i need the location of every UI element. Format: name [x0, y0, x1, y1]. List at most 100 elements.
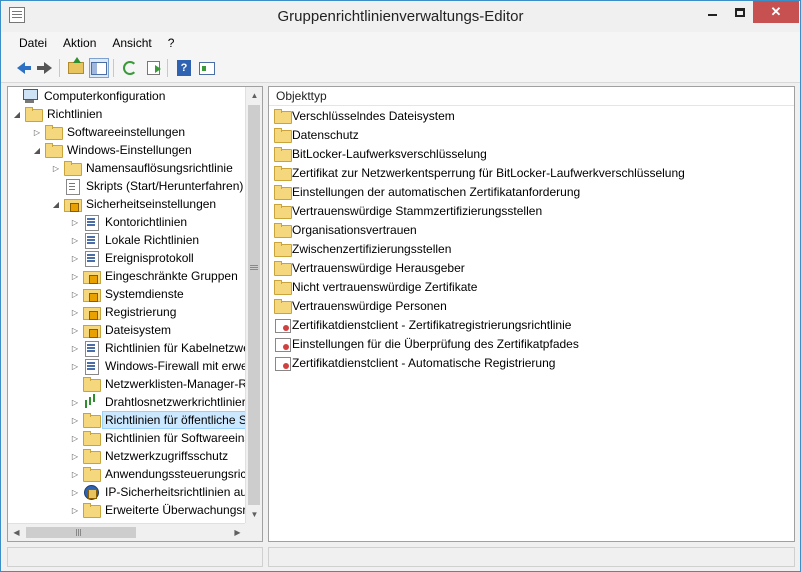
list-item[interactable]: Organisationsvertrauen — [269, 220, 794, 239]
tree-item-richtlinien[interactable]: ◢ Richtlinien — [12, 105, 104, 123]
tree-item-erweiterte-ueberwachung[interactable]: ▷ Erweiterte Überwachungsri — [70, 501, 246, 519]
tree-item-ip-sicherheitsrichtlinien[interactable]: ▷ IP-Sicherheitsrichtlinien au — [70, 483, 246, 501]
tree-expander[interactable]: ▷ — [70, 465, 80, 483]
menu-ansicht[interactable]: Ansicht — [104, 36, 159, 50]
folder-icon — [25, 106, 43, 122]
list-item[interactable]: Einstellungen für die Überprüfung des Ze… — [269, 334, 794, 353]
tree-expander[interactable]: ▷ — [70, 249, 80, 267]
tree-expander[interactable]: ▷ — [70, 483, 80, 501]
window-controls: ✕ — [699, 1, 799, 23]
tree-item-label: Computerkonfiguration — [44, 89, 166, 103]
menu-datei[interactable]: Datei — [11, 36, 55, 50]
list-item[interactable]: Nicht vertrauenswürdige Zertifikate — [269, 277, 794, 296]
app-window: Gruppenrichtlinienverwaltungs-Editor ✕ D… — [0, 0, 801, 572]
tree-item-softwareeinschraenkung[interactable]: ▷ Richtlinien für Softwareeins — [70, 429, 246, 447]
tree-item-label: Eingeschränkte Gruppen — [105, 269, 238, 283]
list-item[interactable]: Vertrauenswürdige Personen — [269, 296, 794, 315]
tree-expander[interactable]: ▷ — [32, 123, 42, 141]
title-bar[interactable]: Gruppenrichtlinienverwaltungs-Editor ✕ — [1, 1, 800, 32]
refresh-button[interactable] — [120, 58, 140, 78]
tree-item-sicherheitseinstellungen[interactable]: ◢ Sicherheitseinstellungen — [51, 195, 218, 213]
forward-button[interactable] — [35, 58, 55, 78]
tree-expander[interactable]: ◢ — [32, 141, 42, 159]
tree-expander[interactable]: ▷ — [70, 285, 80, 303]
export-list-button[interactable] — [143, 58, 163, 78]
tree-item-namensaufloesungsrichtlinie[interactable]: ▷ Namensauflösungsrichtlinie — [51, 159, 235, 177]
list-item[interactable]: Zertifikatdienstclient - Automatische Re… — [269, 353, 794, 372]
tree-expander[interactable]: ▷ — [70, 447, 80, 465]
help-button[interactable]: ? — [174, 58, 194, 78]
tree-item-oeffentliche-schluessel[interactable]: ▷ Richtlinien für öffentliche S — [70, 411, 246, 429]
tree-expander[interactable]: ▷ — [70, 339, 80, 357]
scroll-left-icon[interactable]: ◀ — [8, 524, 25, 541]
tree-expander[interactable]: ▷ — [70, 321, 80, 339]
show-hide-tree-icon — [91, 61, 107, 75]
tree-expander[interactable]: ◢ — [12, 105, 22, 123]
tree-item-drahtlosnetzwerk[interactable]: ▷ Drahtlosnetzwerkrichtlinier — [70, 393, 246, 411]
tree-item-windows-einstellungen[interactable]: ◢ Windows-Einstellungen — [32, 141, 194, 159]
back-button[interactable] — [11, 58, 31, 78]
folder-icon — [274, 146, 292, 162]
tree-item-systemdienste[interactable]: ▷ Systemdienste — [70, 285, 186, 303]
tree-item-skripts[interactable]: Skripts (Start/Herunterfahren) — [51, 177, 245, 195]
minimize-icon — [708, 14, 717, 16]
scroll-up-icon[interactable]: ▲ — [246, 87, 262, 104]
certificate-icon — [274, 317, 291, 333]
scroll-thumb[interactable] — [248, 105, 260, 505]
list-item[interactable]: Datenschutz — [269, 125, 794, 144]
details-pane: Objekttyp Verschlüsselndes Dateisystem D… — [268, 86, 795, 542]
scroll-down-icon[interactable]: ▼ — [246, 506, 262, 523]
menu-aktion[interactable]: Aktion — [55, 36, 104, 50]
tree-expander[interactable]: ◢ — [51, 195, 61, 213]
tree-item-windows-firewall[interactable]: ▷ Windows-Firewall mit erwe — [70, 357, 246, 375]
tree-vertical-scrollbar[interactable]: ▲ ▼ — [245, 87, 262, 523]
properties-icon — [199, 61, 215, 75]
scroll-right-icon[interactable]: ▶ — [229, 524, 246, 541]
tree-horizontal-scrollbar[interactable]: ◀ ▶ — [8, 523, 246, 541]
list-item[interactable]: Verschlüsselndes Dateisystem — [269, 106, 794, 125]
tree-item-lokale-richtlinien[interactable]: ▷ Lokale Richtlinien — [70, 231, 201, 249]
scroll-thumb[interactable] — [26, 527, 136, 538]
list-item[interactable]: Vertrauenswürdige Stammzertifizierungsst… — [269, 201, 794, 220]
properties-button[interactable] — [197, 58, 217, 78]
list-item[interactable]: Vertrauenswürdige Herausgeber — [269, 258, 794, 277]
tree-expander[interactable]: ▷ — [70, 267, 80, 285]
tree-item-eingeschraenkte-gruppen[interactable]: ▷ Eingeschränkte Gruppen — [70, 267, 240, 285]
tree-expander[interactable]: ▷ — [51, 159, 61, 177]
tree-item-netzwerkzugriffsschutz[interactable]: ▷ Netzwerkzugriffsschutz — [70, 447, 230, 465]
tree-item-computerkonfiguration[interactable]: Computerkonfiguration — [9, 87, 167, 105]
tree-expander[interactable]: ▷ — [70, 231, 80, 249]
tree-expander[interactable]: ▷ — [70, 213, 80, 231]
tree-expander[interactable]: ▷ — [70, 429, 80, 447]
tree-expander[interactable] — [9, 87, 19, 105]
tree-expander[interactable]: ▷ — [70, 501, 80, 519]
security-folder-icon — [83, 268, 101, 284]
tree-expander[interactable]: ▷ — [70, 303, 80, 321]
tree-item-netzwerklisten-manager[interactable]: Netzwerklisten-Manager-R — [70, 375, 246, 393]
tree-item-softwareeinstellungen[interactable]: ▷ Softwareeinstellungen — [32, 123, 187, 141]
tree-item-registrierung[interactable]: ▷ Registrierung — [70, 303, 178, 321]
tree-item-kabelnetzwerk[interactable]: ▷ Richtlinien für Kabelnetzwe — [70, 339, 246, 357]
tree-expander[interactable]: ▷ — [70, 393, 80, 411]
show-hide-tree-button[interactable] — [89, 58, 109, 78]
close-button[interactable]: ✕ — [753, 1, 799, 23]
column-header-objekttyp[interactable]: Objekttyp — [269, 87, 794, 106]
tree-expander[interactable]: ▷ — [70, 357, 80, 375]
list-item[interactable]: BitLocker-Laufwerksverschlüsselung — [269, 144, 794, 163]
list-item[interactable]: Zertifikatdienstclient - Zertifikatregis… — [269, 315, 794, 334]
tree-expander[interactable]: ▷ — [70, 411, 80, 429]
minimize-button[interactable] — [699, 1, 726, 23]
tree-item-anwendungssteuerung[interactable]: ▷ Anwendungssteuerungsric — [70, 465, 246, 483]
list-item[interactable]: Zwischenzertifizierungsstellen — [269, 239, 794, 258]
list-item[interactable]: Zertifikat zur Netzwerkentsperrung für B… — [269, 163, 794, 182]
up-one-level-button[interactable] — [66, 57, 86, 78]
tree-item-label: IP-Sicherheitsrichtlinien au — [105, 485, 246, 499]
tree-item-kontorichtlinien[interactable]: ▷ Kontorichtlinien — [70, 213, 189, 231]
folder-icon — [274, 108, 292, 124]
list-item[interactable]: Einstellungen der automatischen Zertifik… — [269, 182, 794, 201]
menu-help[interactable]: ? — [160, 36, 183, 50]
tree-item-ereignisprotokoll[interactable]: ▷ Ereignisprotokoll — [70, 249, 196, 267]
maximize-button[interactable] — [726, 1, 753, 23]
folder-icon — [45, 142, 63, 158]
tree-item-dateisystem[interactable]: ▷ Dateisystem — [70, 321, 173, 339]
